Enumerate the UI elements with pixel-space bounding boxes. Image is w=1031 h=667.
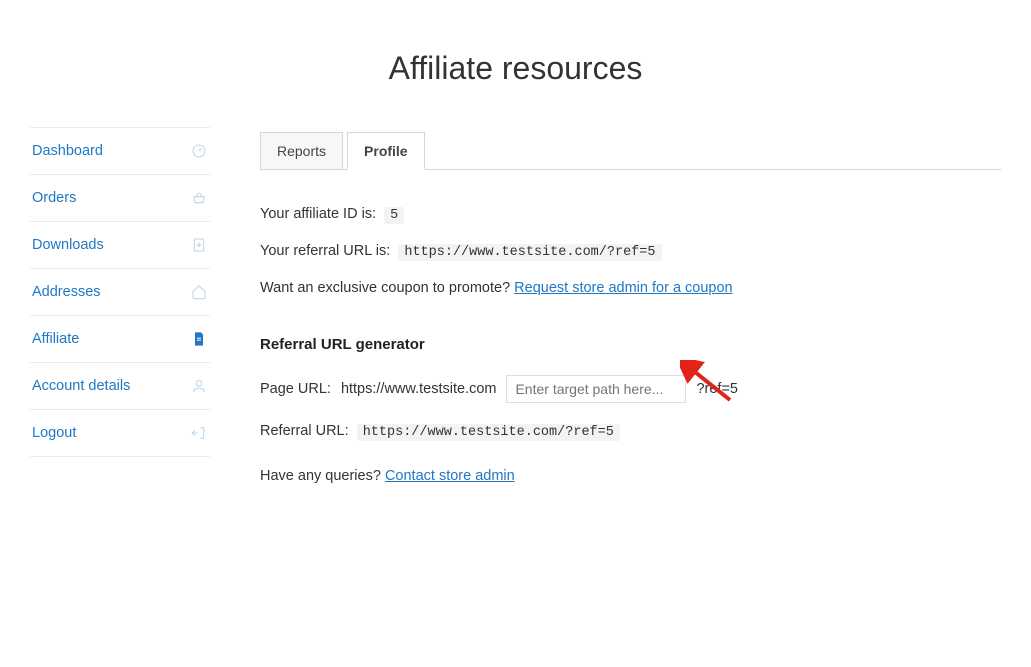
tabs: Reports Profile — [260, 131, 1001, 170]
sidebar-item-dashboard[interactable]: Dashboard — [30, 127, 210, 174]
basket-icon — [190, 189, 208, 207]
affiliate-id-label: Your affiliate ID is: — [260, 206, 376, 222]
sidebar-item-label: Downloads — [32, 237, 104, 253]
referral-url-label: Your referral URL is: — [260, 243, 390, 259]
sidebar-item-addresses[interactable]: Addresses — [30, 268, 210, 315]
page-title: Affiliate resources — [0, 50, 1031, 87]
sidebar: Dashboard Orders Downloads Addresses Aff… — [30, 127, 210, 504]
tab-profile[interactable]: Profile — [347, 132, 425, 170]
ref-suffix: ?ref=5 — [696, 381, 738, 397]
sidebar-item-label: Dashboard — [32, 143, 103, 159]
user-icon — [190, 377, 208, 395]
coupon-row: Want an exclusive coupon to promote? Req… — [260, 280, 1001, 296]
sidebar-item-account-details[interactable]: Account details — [30, 362, 210, 409]
target-path-input[interactable] — [506, 375, 686, 403]
sidebar-item-downloads[interactable]: Downloads — [30, 221, 210, 268]
tab-reports[interactable]: Reports — [260, 132, 343, 170]
request-coupon-link[interactable]: Request store admin for a coupon — [514, 280, 732, 296]
page-url-row: Page URL: https://www.testsite.com ?ref=… — [260, 375, 1001, 403]
referral-url-row: Your referral URL is: https://www.testsi… — [260, 243, 1001, 260]
page-url-base: https://www.testsite.com — [341, 381, 497, 397]
generated-referral-label: Referral URL: — [260, 423, 349, 439]
main-content: Reports Profile Your affiliate ID is: 5 … — [260, 127, 1001, 504]
generator-title: Referral URL generator — [260, 336, 1001, 353]
queries-row: Have any queries? Contact store admin — [260, 468, 1001, 484]
coupon-prompt: Want an exclusive coupon to promote? — [260, 280, 510, 296]
page-url-label: Page URL: — [260, 381, 331, 397]
affiliate-id-row: Your affiliate ID is: 5 — [260, 206, 1001, 223]
dashboard-icon — [190, 142, 208, 160]
sidebar-item-label: Orders — [32, 190, 76, 206]
sidebar-item-logout[interactable]: Logout — [30, 409, 210, 457]
sidebar-item-label: Logout — [32, 425, 76, 441]
referral-url-value: https://www.testsite.com/?ref=5 — [398, 244, 661, 261]
queries-prompt: Have any queries? — [260, 468, 381, 484]
affiliate-id-value: 5 — [384, 207, 404, 224]
generated-referral-row: Referral URL: https://www.testsite.com/?… — [260, 423, 1001, 440]
sidebar-item-affiliate[interactable]: Affiliate — [30, 315, 210, 362]
contact-admin-link[interactable]: Contact store admin — [385, 468, 515, 484]
logout-icon — [190, 424, 208, 442]
home-icon — [190, 283, 208, 301]
sidebar-item-label: Addresses — [32, 284, 101, 300]
generated-referral-value: https://www.testsite.com/?ref=5 — [357, 424, 620, 441]
sidebar-item-label: Account details — [32, 378, 130, 394]
file-icon — [190, 330, 208, 348]
download-icon — [190, 236, 208, 254]
sidebar-item-label: Affiliate — [32, 331, 79, 347]
sidebar-item-orders[interactable]: Orders — [30, 174, 210, 221]
